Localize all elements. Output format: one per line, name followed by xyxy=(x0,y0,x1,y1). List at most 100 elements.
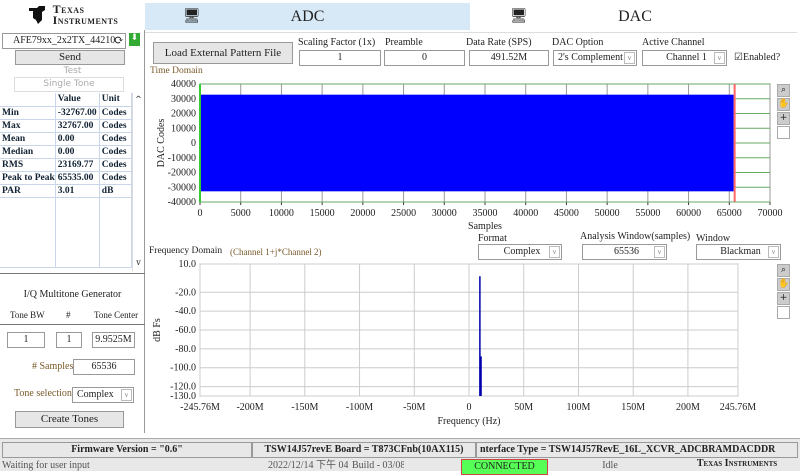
cursor-plus-icon[interactable]: + xyxy=(777,292,790,305)
scaling-label: Scaling Factor (1x) xyxy=(298,37,376,48)
stats-scrollbar[interactable]: ^ v xyxy=(132,93,144,271)
stat-value: 23169.77 xyxy=(55,158,100,172)
tone-bw-header: Tone BW xyxy=(10,310,45,320)
send-button[interactable]: Send xyxy=(15,50,125,65)
tone-center-input[interactable]: 9.9525M xyxy=(92,332,135,348)
stat-unit: Codes xyxy=(99,132,133,146)
x-tick-label: 0 xyxy=(198,208,203,219)
footer-brand-1: Texas xyxy=(696,458,723,469)
status-bar: Firmware Version = "0.6" TSW14J57revE Bo… xyxy=(0,438,800,475)
pan-hand-icon[interactable]: ✋ xyxy=(777,98,790,111)
tab-adc[interactable]: 🖥 ADC xyxy=(145,3,470,30)
pan-hand-icon[interactable]: ✋ xyxy=(777,278,790,291)
y-tick-label: 0 xyxy=(191,138,196,149)
multitone-title: I/Q Multitone Generator xyxy=(23,289,122,300)
status-build: Build - 03/08/ xyxy=(352,460,404,471)
refresh-icon[interactable]: ⟳ xyxy=(114,33,124,47)
stat-name: Min xyxy=(0,106,56,120)
y-tick-label: -100.0 xyxy=(170,363,196,374)
y-tick-label: 40000 xyxy=(171,79,196,90)
x-axis-label: Samples xyxy=(468,221,502,232)
x-tick-label: 15000 xyxy=(310,208,335,219)
x-tick-label: -150M xyxy=(291,402,318,413)
y-tick-label: -30000 xyxy=(168,182,196,193)
zoom-icon[interactable]: ⌕ xyxy=(777,264,790,277)
stat-name: Max xyxy=(0,119,56,133)
samples-input[interactable]: 65536 xyxy=(73,359,135,375)
download-icon[interactable]: ⬇ xyxy=(129,33,140,46)
create-tones-button[interactable]: Create Tones xyxy=(15,411,124,428)
test-label: Test xyxy=(63,66,82,76)
stat-value: 0.00 xyxy=(55,145,100,159)
time-plot-tools: ⌕ ✋ + xyxy=(777,84,790,139)
status-message: Waiting for user input xyxy=(2,460,90,471)
blank-tool[interactable] xyxy=(777,126,790,139)
x-tick-label: 5000 xyxy=(231,208,251,219)
zoom-icon[interactable]: ⌕ xyxy=(777,84,790,97)
adc-board-icon: 🖥 xyxy=(183,9,201,24)
stat-name: Median xyxy=(0,145,56,159)
y-tick-label: 30000 xyxy=(171,94,196,105)
stats-row: PAR 3.01 dB xyxy=(0,184,133,198)
run-state: Idle xyxy=(602,460,618,471)
x-tick-label: 200M xyxy=(676,402,700,413)
cursor-plus-icon[interactable]: + xyxy=(777,112,790,125)
x-tick-label: -100M xyxy=(346,402,373,413)
y-tick-label: -20000 xyxy=(168,168,196,179)
y-tick-label: -10000 xyxy=(168,153,196,164)
tone-selection-value: Complex xyxy=(77,389,114,400)
tone-num-header: # xyxy=(66,310,71,320)
config-file-field[interactable]: AFE79xx_2x2TX_44210 xyxy=(2,33,126,49)
tone-center-header: Tone Center xyxy=(94,310,139,320)
stat-name: Mean xyxy=(0,132,56,146)
stats-row: Min -32767.00 Codes xyxy=(0,106,133,120)
stats-header: Unit xyxy=(99,93,133,107)
ti-logo-icon xyxy=(28,6,45,24)
stat-value: 32767.00 xyxy=(55,119,100,133)
brand-line2: Instruments xyxy=(52,13,119,27)
y-tick-label: 10000 xyxy=(171,123,196,134)
blank-tool[interactable] xyxy=(777,306,790,319)
tone-num-input[interactable]: 1 xyxy=(56,332,82,348)
y-tick-label: 20000 xyxy=(171,109,196,120)
tab-dac[interactable]: 🖥 DAC xyxy=(470,3,800,30)
y-tick-label: -80.0 xyxy=(175,344,196,355)
stat-unit: Codes xyxy=(99,158,133,172)
x-tick-label: -245.76M xyxy=(180,402,220,413)
data-rate-label: Data Rate (SPS) xyxy=(466,37,532,48)
samples-label: # Samples xyxy=(32,361,74,372)
stats-header: Value xyxy=(55,93,100,107)
tone-bw-input[interactable]: 1 xyxy=(7,332,45,348)
test-select[interactable]: Single Tone xyxy=(14,77,124,92)
x-tick-label: 65000 xyxy=(717,208,742,219)
stat-value: 0.00 xyxy=(55,132,100,146)
x-tick-label: 70000 xyxy=(758,208,783,219)
x-axis-label: Frequency (Hz) xyxy=(437,416,500,427)
dac-board-icon: 🖥 xyxy=(510,9,528,24)
x-tick-label: 45000 xyxy=(554,208,579,219)
status-datetime: 2022/12/14 下午 04: xyxy=(268,460,348,471)
stat-name: RMS xyxy=(0,158,56,172)
load-pattern-button[interactable]: Load External Pattern File xyxy=(153,42,293,64)
firmware-version: Firmware Version = "0.6" xyxy=(2,442,252,458)
y-tick-label: 10.0 xyxy=(179,259,197,270)
stats-row: RMS 23169.77 Codes xyxy=(0,158,133,172)
stats-row: Mean 0.00 Codes xyxy=(0,132,133,146)
active-channel-label: Active Channel xyxy=(642,37,705,48)
tone-selection-select[interactable]: Complex v xyxy=(72,387,134,403)
stats-row: Peak to Peak 65535.00 Codes xyxy=(0,171,133,185)
x-tick-label: 35000 xyxy=(473,208,498,219)
x-tick-label: 55000 xyxy=(635,208,660,219)
stats-table: Value Unit Min -32767.00 Codes Max 32767.00 Co… xyxy=(0,93,133,268)
y-tick-label: -130.0 xyxy=(170,391,196,402)
stat-name: PAR xyxy=(0,184,56,198)
stat-unit: dB xyxy=(99,184,133,198)
x-tick-label: 40000 xyxy=(513,208,538,219)
stat-value: -32767.00 xyxy=(55,106,100,120)
x-tick-label: 30000 xyxy=(432,208,457,219)
x-tick-label: 20000 xyxy=(350,208,375,219)
x-tick-label: 150M xyxy=(621,402,645,413)
signal-fill xyxy=(200,94,734,192)
preamble-label: Preamble xyxy=(385,37,423,48)
x-tick-label: -50M xyxy=(403,402,425,413)
